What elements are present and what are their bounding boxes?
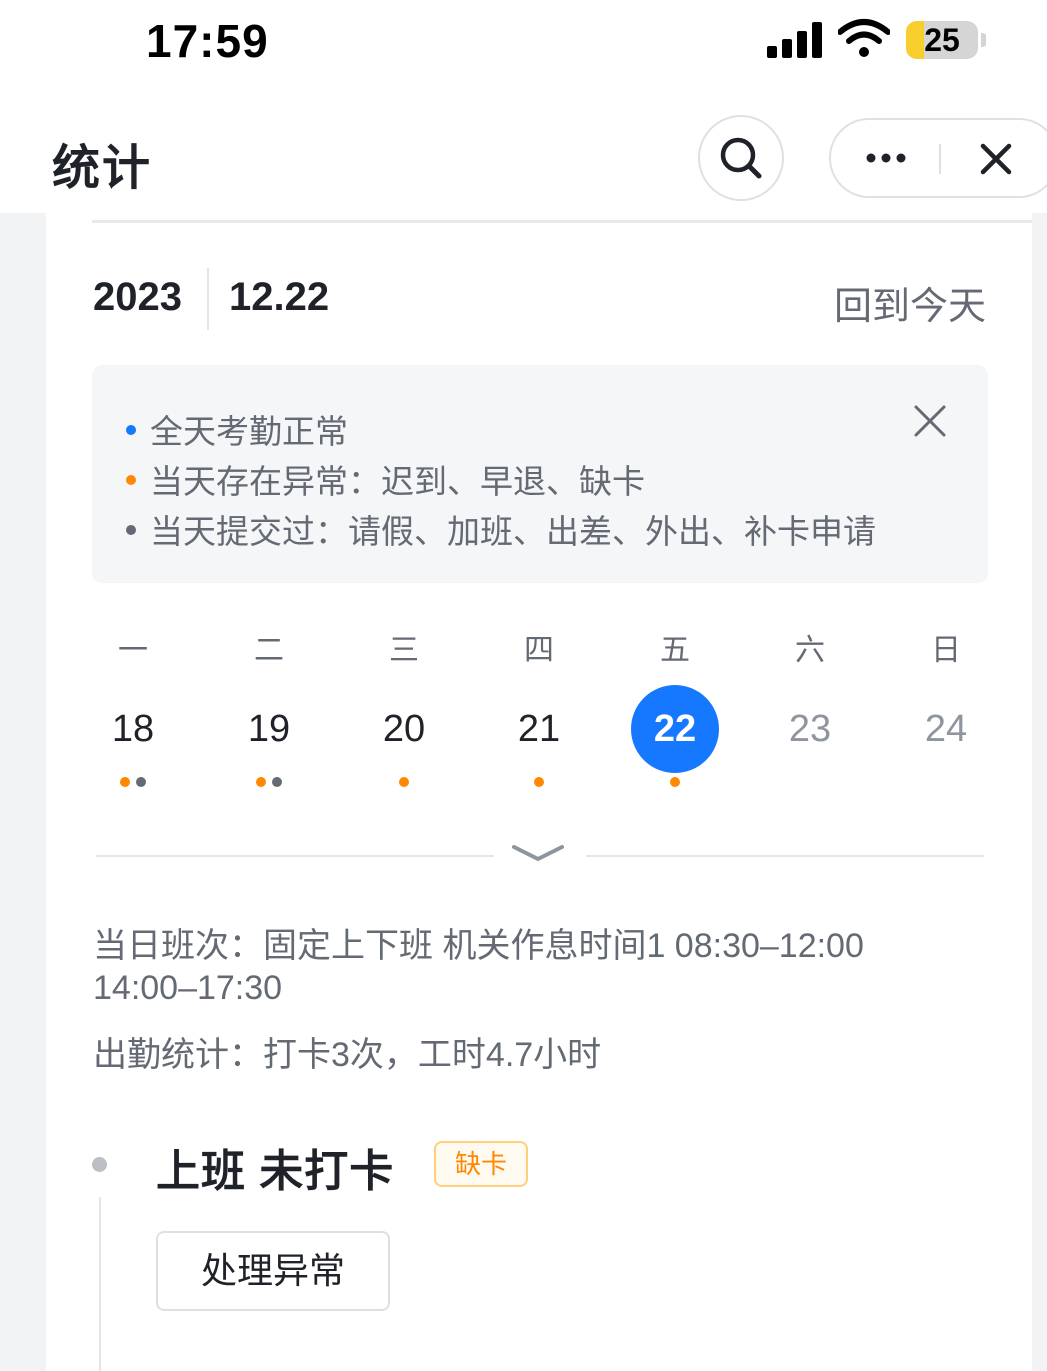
more-button[interactable] <box>851 120 921 196</box>
date-year[interactable]: 2023 <box>93 275 182 320</box>
expand-divider-left <box>96 855 494 857</box>
page-title: 统计 <box>52 142 153 195</box>
status-dot-abnormal <box>399 777 409 787</box>
attendance-card: 2023 12.22 回到今天 全天考勤正常 当天存在异常：迟到、早退、缺卡 当… <box>46 213 1032 1371</box>
day-cell-21[interactable]: 21 <box>495 685 583 773</box>
chevron-down-icon[interactable] <box>508 839 568 869</box>
weekday-wed: 三 <box>389 634 419 667</box>
search-button[interactable] <box>698 115 784 201</box>
wifi-icon <box>838 19 890 57</box>
day-cell-24[interactable]: 24 <box>902 685 990 773</box>
expand-divider-right <box>586 855 984 857</box>
status-dot-abnormal <box>534 777 544 787</box>
day-cell-20[interactable]: 20 <box>360 685 448 773</box>
legend-dot-submitted <box>126 525 136 536</box>
status-dot-abnormal <box>670 777 680 787</box>
status-dot-submitted <box>136 777 146 787</box>
shift-info: 当日班次：固定上下班 机关作息时间1 08:30–12:00 14:00–17:… <box>93 925 973 1009</box>
capsule-divider <box>939 144 941 174</box>
weekday-sat: 六 <box>795 634 825 667</box>
status-dot-abnormal <box>256 777 266 787</box>
timeline-dot <box>92 1157 107 1172</box>
legend-item-abnormal: 当天存在异常：迟到、早退、缺卡 <box>126 455 645 503</box>
top-divider <box>92 220 1032 223</box>
search-icon <box>720 137 762 179</box>
status-bar: 17:59 25 <box>0 0 1047 88</box>
weekday-sun: 日 <box>931 634 961 667</box>
close-button[interactable] <box>966 120 1026 196</box>
back-today-link[interactable]: 回到今天 <box>834 275 986 330</box>
day-cell-18[interactable]: 18 <box>89 685 177 773</box>
handle-exception-button[interactable]: 处理异常 <box>156 1231 390 1311</box>
day-dots-21 <box>495 777 583 789</box>
weekday-thu: 四 <box>524 634 554 667</box>
date-divider <box>207 268 209 330</box>
legend-box: 全天考勤正常 当天存在异常：迟到、早退、缺卡 当天提交过：请假、加班、出差、外出… <box>92 365 988 583</box>
legend-item-submitted: 当天提交过：请假、加班、出差、外出、补卡申请 <box>126 505 876 553</box>
shift-info-line1: 当日班次：固定上下班 机关作息时间1 08:30–12:00 <box>93 927 864 965</box>
day-cell-19[interactable]: 19 <box>225 685 313 773</box>
date-day[interactable]: 12.22 <box>229 275 329 320</box>
punch-title: 上班 未打卡 <box>156 1147 395 1196</box>
day-cell-23[interactable]: 23 <box>766 685 854 773</box>
cellular-signal-icon <box>767 22 823 58</box>
timeline-line <box>99 1197 101 1371</box>
missing-punch-badge: 缺卡 <box>434 1141 528 1187</box>
app-header: 统计 <box>0 88 1047 213</box>
attendance-stats: 出勤统计：打卡3次，工时4.7小时 <box>93 1036 602 1074</box>
mini-program-capsule <box>829 118 1047 198</box>
legend-close-icon[interactable] <box>912 403 948 439</box>
legend-dot-abnormal <box>126 475 136 486</box>
status-time: 17:59 <box>146 15 269 67</box>
more-icon <box>866 153 906 163</box>
day-dots-19 <box>225 777 313 789</box>
status-dot-abnormal <box>120 777 130 787</box>
close-icon <box>980 143 1012 175</box>
battery-tip <box>981 33 986 47</box>
battery-icon: 25 <box>906 21 978 59</box>
status-dot-submitted <box>272 777 282 787</box>
weekday-mon: 一 <box>118 634 148 667</box>
weekday-tue: 二 <box>254 634 284 667</box>
day-dots-22 <box>631 777 719 789</box>
legend-dot-normal <box>126 425 136 436</box>
weekday-fri: 五 <box>660 634 690 667</box>
day-cell-22-selected[interactable]: 22 <box>631 685 719 773</box>
shift-info-line2: 14:00–17:30 <box>93 969 283 1007</box>
legend-item-normal: 全天考勤正常 <box>126 405 348 453</box>
battery-level: 25 <box>924 22 960 58</box>
day-dots-20 <box>360 777 448 789</box>
day-dots-18 <box>89 777 177 789</box>
